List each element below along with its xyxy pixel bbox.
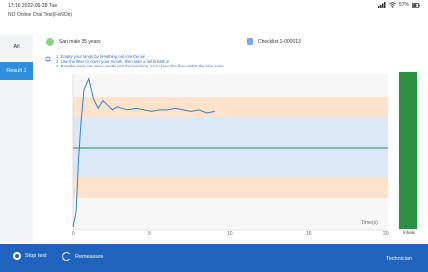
stop-icon — [13, 252, 21, 260]
signal-icon — [377, 2, 386, 8]
stop-test-button[interactable]: Stop test — [13, 252, 47, 260]
inhale-level-bar — [399, 72, 417, 229]
x-tick-label: 15 — [306, 231, 312, 237]
stop-test-label: Stop test — [25, 253, 47, 259]
sidebar-item-all[interactable]: All — [0, 38, 33, 56]
app-title: NO Online Oral Test(FeNOo) — [8, 12, 73, 18]
patient-info: Sari male 35 years — [59, 39, 101, 45]
battery-percent: 57% — [398, 2, 409, 8]
wifi-icon — [389, 2, 396, 8]
battery-icon — [412, 2, 420, 8]
x-tick-label: 0 — [72, 231, 75, 237]
bottom-toolbar: Stop test Remeasure Technician — [0, 244, 428, 272]
blue-target-zone — [73, 117, 388, 177]
lower-orange-band — [73, 177, 388, 198]
patient-row: Sari male 35 years Checklist 1-000013 — [33, 34, 428, 50]
x-tick-label: 5 — [148, 231, 151, 237]
checklist-icon — [247, 38, 253, 45]
x-tick-label: 20 — [383, 231, 389, 237]
status-bar: 17:16 2022-06-28 Tue 57% — [0, 0, 428, 11]
status-icons: 57% — [377, 2, 420, 8]
x-axis-label: Time(s) — [361, 220, 378, 226]
sidebar-item-result-1[interactable]: Result 1 — [0, 62, 33, 80]
inhale-label: Inhale — [402, 230, 416, 235]
status-time: 17:16 2022-06-28 Tue — [8, 3, 58, 9]
x-tick-label: 10 — [227, 231, 233, 237]
avatar — [46, 38, 54, 46]
flow-chart: 0 5 10 15 20 Time(s) — [33, 67, 395, 244]
sidebar: All Result 1 — [0, 34, 33, 242]
remeasure-button[interactable]: Remeasure — [62, 252, 103, 261]
bell-icon — [45, 56, 51, 62]
checklist-id: Checklist 1-000013 — [258, 39, 301, 45]
refresh-icon — [62, 252, 71, 261]
technician-button[interactable]: Technician — [386, 256, 412, 262]
upper-orange-band — [73, 97, 388, 117]
remeasure-label: Remeasure — [75, 253, 104, 260]
